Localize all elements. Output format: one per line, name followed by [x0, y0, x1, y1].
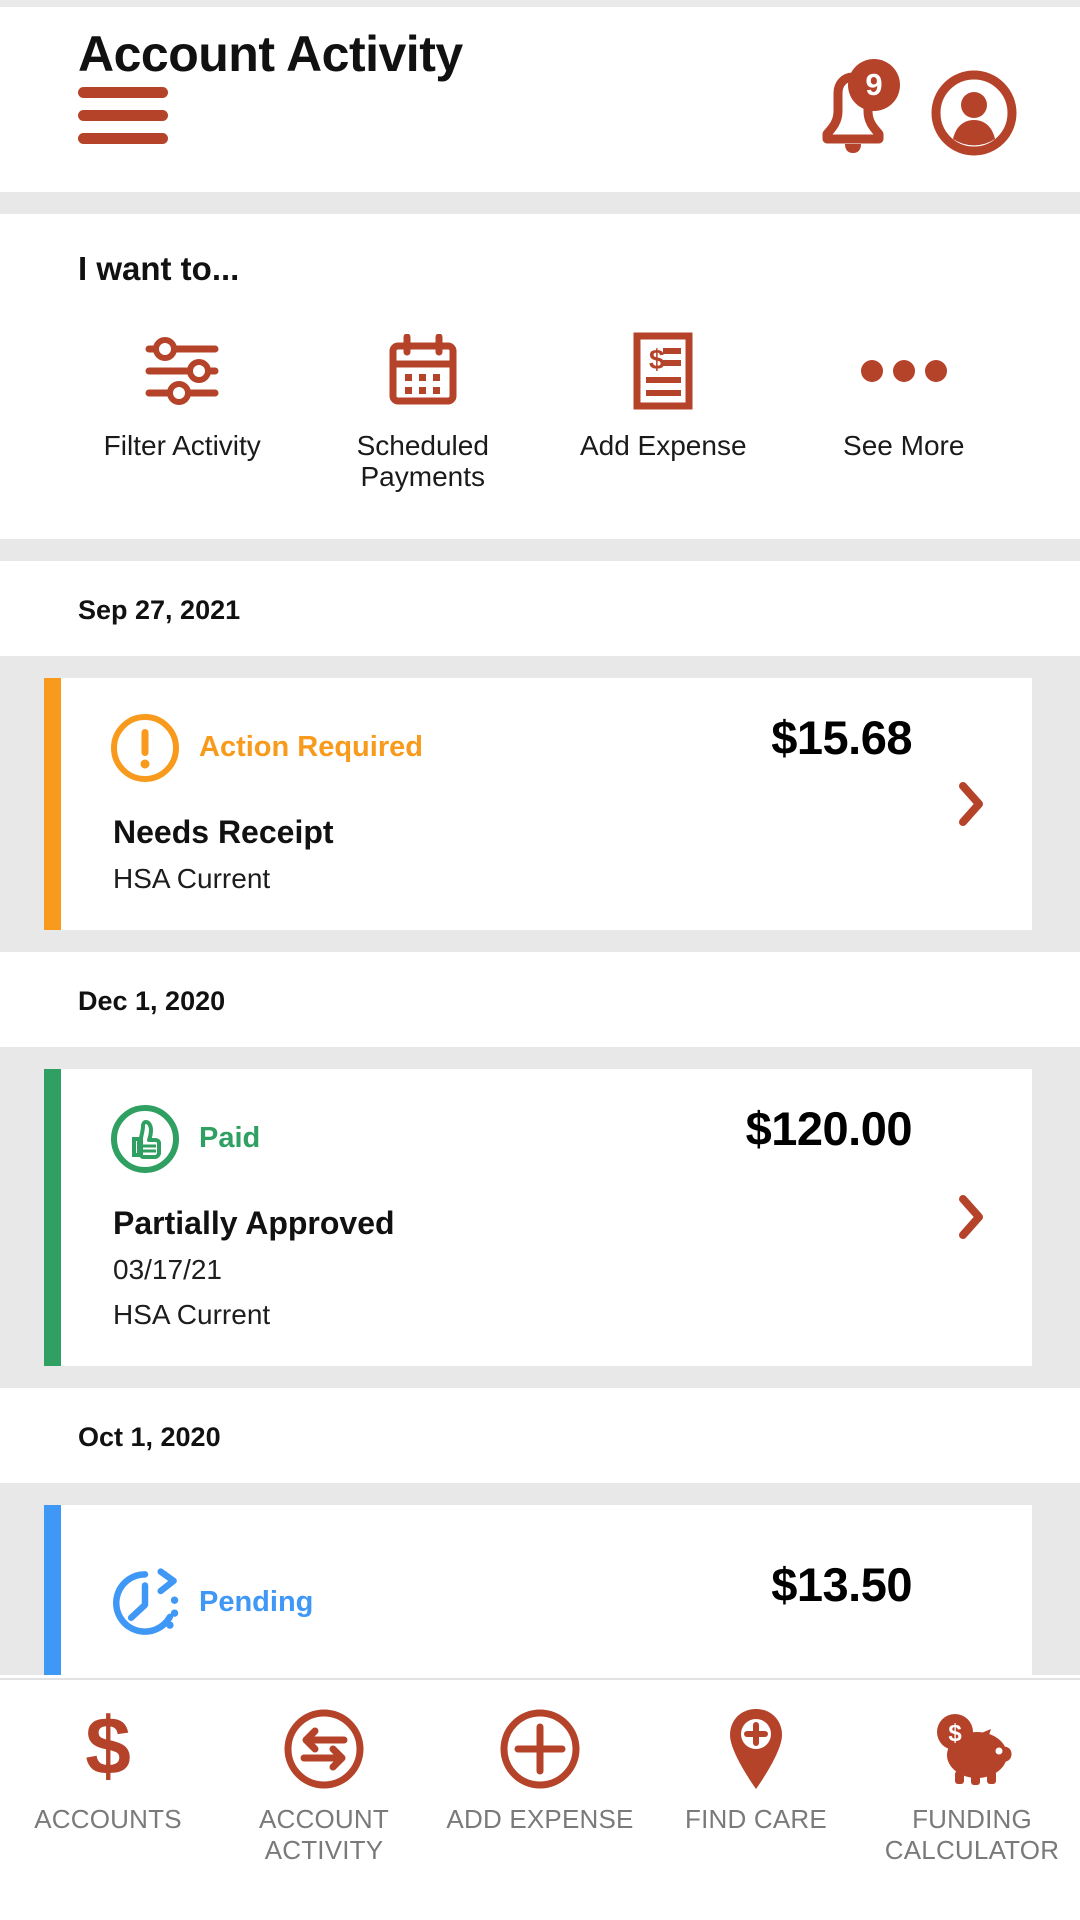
piggy-bank-icon: $ [929, 1706, 1015, 1792]
activity-date-header: Dec 1, 2020 [0, 951, 1080, 1047]
map-pin-medical-icon [725, 1706, 787, 1792]
transaction-content: Pending $13.50 [61, 1505, 1032, 1675]
status-accent-bar [44, 677, 61, 930]
status-badge: Paid [199, 1122, 261, 1155]
header-actions: 9 [812, 59, 1018, 157]
nav-item-accounts[interactable]: $ ACCOUNTS [0, 1706, 216, 1835]
status-badge: Pending [199, 1586, 314, 1619]
app-header: 9 Account Activity [0, 7, 1080, 192]
svg-text:$: $ [649, 344, 665, 375]
sliders-filter-icon [143, 332, 221, 410]
activity-date-header: Oct 1, 2020 [0, 1387, 1080, 1483]
quick-action-label: Add Expense [579, 430, 747, 461]
activity-date-header: Sep 27, 2021 [0, 560, 1080, 656]
section-divider [0, 192, 1080, 214]
transaction-amount: $120.00 [745, 1101, 913, 1155]
hamburger-line [78, 87, 168, 98]
quick-action-label: See More [843, 430, 965, 461]
nav-item-account-activity[interactable]: ACCOUNT ACTIVITY [216, 1706, 432, 1866]
transaction-title: Partially Approved [113, 1204, 395, 1241]
transaction-subtitle: 03/17/21 [113, 1253, 222, 1285]
chevron-right-icon[interactable] [956, 781, 986, 827]
thumbs-up-circle-icon [109, 1103, 181, 1175]
status-accent-bar [44, 1068, 61, 1366]
transaction-row[interactable]: Paid $120.00 Partially Approved 03/17/21… [44, 1068, 1032, 1366]
quick-action-see-more[interactable]: See More [784, 332, 1025, 493]
status-strip [0, 0, 1080, 7]
transaction-title: Needs Receipt [113, 813, 334, 850]
page-title: Account Activity [78, 26, 463, 82]
exclamation-circle-icon [109, 712, 181, 784]
user-avatar-icon [931, 70, 1017, 156]
quick-action-label: Filter Activity [103, 430, 261, 461]
nav-item-find-care[interactable]: FIND CARE [648, 1706, 864, 1835]
nav-label: ADD EXPENSE [446, 1804, 634, 1834]
notification-badge: 9 [848, 59, 900, 111]
svg-text:$: $ [948, 1720, 962, 1747]
transaction-row[interactable]: Action Required $15.68 Needs Receipt HSA… [44, 677, 1032, 930]
transaction-subtitle: HSA Current [113, 1298, 271, 1330]
hamburger-line [78, 110, 168, 121]
clock-pending-icon [109, 1567, 181, 1639]
nav-label: ACCOUNTS [34, 1804, 182, 1834]
transfer-arrows-circle-icon [282, 1706, 366, 1792]
bottom-navigation: $ ACCOUNTS ACCOUNT ACTIVITY ADD EXPENSE [0, 1678, 1080, 1920]
activity-card-zone: Paid $120.00 Partially Approved 03/17/21… [0, 1046, 1080, 1388]
transaction-subtitle: HSA Current [113, 862, 271, 894]
hamburger-menu-icon[interactable] [78, 87, 168, 145]
dollar-sign-icon: $ [78, 1706, 138, 1792]
section-divider [0, 538, 1080, 561]
quick-actions-section: I want to... Filter Activity Scheduled P… [0, 214, 1080, 539]
quick-actions-heading: I want to... [78, 250, 240, 287]
nav-item-add-expense[interactable]: ADD EXPENSE [432, 1706, 648, 1835]
chevron-right-icon[interactable] [956, 1194, 986, 1240]
profile-button[interactable] [930, 69, 1018, 157]
transaction-content: Action Required $15.68 Needs Receipt HSA… [61, 678, 1032, 930]
quick-action-label: Scheduled Payments [356, 430, 489, 493]
transaction-amount: $15.68 [771, 710, 912, 764]
status-badge: Action Required [199, 731, 423, 764]
receipt-dollar-icon: $ [632, 332, 694, 410]
plus-circle-icon [498, 1706, 582, 1792]
quick-action-add-expense[interactable]: $ Add Expense [543, 332, 784, 493]
activity-list: Sep 27, 2021 Action Required $15.68 Need… [0, 560, 1080, 1675]
activity-card-zone: Action Required $15.68 Needs Receipt HSA… [0, 655, 1080, 952]
nav-item-funding-calculator[interactable]: $ FUNDING CALCULATOR [864, 1706, 1080, 1866]
nav-label: FUNDING CALCULATOR [884, 1804, 1060, 1866]
calendar-icon [388, 332, 458, 410]
quick-action-scheduled-payments[interactable]: Scheduled Payments [303, 332, 544, 493]
transaction-amount: $13.50 [771, 1557, 912, 1611]
activity-card-zone: Pending $13.50 [0, 1482, 1080, 1675]
nav-label: FIND CARE [685, 1804, 827, 1834]
quick-action-filter-activity[interactable]: Filter Activity [62, 332, 303, 493]
status-accent-bar [44, 1504, 61, 1675]
notifications-button[interactable]: 9 [812, 59, 900, 155]
nav-label: ACCOUNT ACTIVITY [259, 1804, 389, 1866]
hamburger-line [78, 133, 168, 144]
svg-text:$: $ [85, 1707, 131, 1791]
transaction-row[interactable]: Pending $13.50 [44, 1504, 1032, 1675]
quick-actions-row: Filter Activity Scheduled Payments $ Add… [0, 332, 1080, 493]
transaction-content: Paid $120.00 Partially Approved 03/17/21… [61, 1069, 1032, 1366]
ellipsis-icon [860, 332, 947, 410]
